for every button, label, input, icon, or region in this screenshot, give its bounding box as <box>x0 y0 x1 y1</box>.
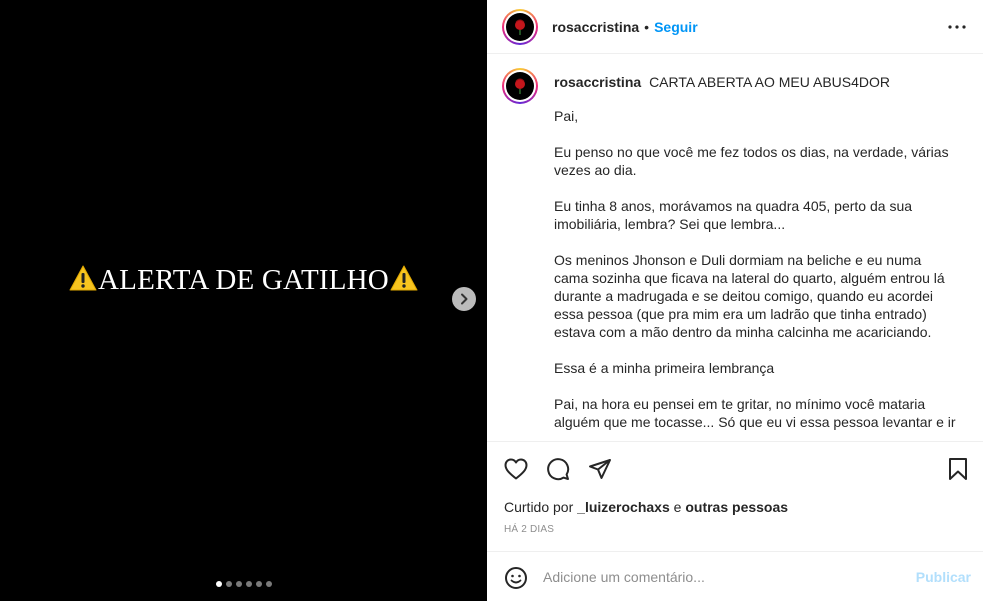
caption-paragraph: Os meninos Jhonson e Duli dormiam na bel… <box>554 252 945 340</box>
more-options-button[interactable] <box>946 16 968 38</box>
rose-icon <box>515 78 525 94</box>
post-actions: Curtido por _luizerochaxs e outras pesso… <box>487 441 983 601</box>
emoji-button[interactable] <box>503 565 529 591</box>
carousel-dot <box>225 581 232 587</box>
more-icon <box>948 25 966 29</box>
follow-button[interactable]: Seguir <box>654 19 698 35</box>
media-title-text: ALERTA DE GATILHO <box>98 264 389 296</box>
like-button[interactable] <box>503 456 529 482</box>
post-media[interactable]: ALERTA DE GATILHO <box>0 0 487 601</box>
caption-body: Pai, Eu penso no que você me fez todos os… <box>554 107 959 440</box>
caption-paragraph: Eu tinha 8 anos, morávamos na quadra 405… <box>554 198 913 232</box>
heart-icon <box>504 458 528 480</box>
next-slide-button[interactable] <box>452 287 476 311</box>
header-separator: • <box>644 18 650 35</box>
caption-title: CARTA ABERTA AO MEU ABUS4DOR <box>649 74 890 90</box>
bookmark-icon <box>949 458 967 480</box>
comments-area[interactable]: rosaccristina CARTA ABERTA AO MEU ABUS4D… <box>487 55 983 440</box>
caption-header: rosaccristina CARTA ABERTA AO MEU ABUS4D… <box>554 73 890 91</box>
header-username[interactable]: rosaccristina <box>552 19 639 35</box>
likes-user[interactable]: _luizerochaxs <box>577 499 670 515</box>
comment-icon <box>547 458 570 481</box>
post-timestamp[interactable]: HÁ 2 DIAS <box>504 524 554 535</box>
post-header: rosaccristina • Seguir <box>487 0 983 54</box>
comment-button[interactable] <box>545 456 571 482</box>
warning-icon <box>69 265 97 291</box>
caption-paragraph: Pai, <box>554 108 579 124</box>
comment-input[interactable] <box>543 566 903 588</box>
media-title: ALERTA DE GATILHO <box>0 264 487 297</box>
emoji-icon <box>505 567 527 589</box>
caption-paragraph: Pai, na hora eu pensei em te gritar, no … <box>554 396 956 430</box>
warning-icon <box>390 265 418 291</box>
carousel-dot <box>245 581 252 587</box>
likes-summary: Curtido por _luizerochaxs e outras pesso… <box>504 499 788 515</box>
carousel-dot <box>255 581 262 587</box>
chevron-right-icon <box>461 293 468 305</box>
save-button[interactable] <box>945 456 971 482</box>
caption-username[interactable]: rosaccristina <box>554 74 641 90</box>
carousel-dot <box>265 581 272 587</box>
likes-others[interactable]: outras pessoas <box>685 499 788 515</box>
share-button[interactable] <box>587 456 613 482</box>
post-side-panel: rosaccristina • Seguir rosaccristina CAR… <box>487 0 983 601</box>
carousel-dot <box>235 581 242 587</box>
likes-connector: e <box>673 499 682 515</box>
likes-prefix: Curtido por <box>504 499 574 515</box>
share-icon <box>589 459 611 479</box>
caption-avatar[interactable] <box>502 68 538 104</box>
rose-icon <box>515 19 525 35</box>
caption-paragraph: Eu penso no que você me fez todos os dia… <box>554 144 949 178</box>
carousel-dot <box>215 581 222 587</box>
carousel-dots <box>0 581 487 587</box>
avatar[interactable] <box>502 8 538 45</box>
caption-paragraph: Essa é a minha primeira lembrança <box>554 360 775 376</box>
add-comment-bar: Publicar <box>487 551 983 601</box>
post-comment-button[interactable]: Publicar <box>916 569 971 585</box>
